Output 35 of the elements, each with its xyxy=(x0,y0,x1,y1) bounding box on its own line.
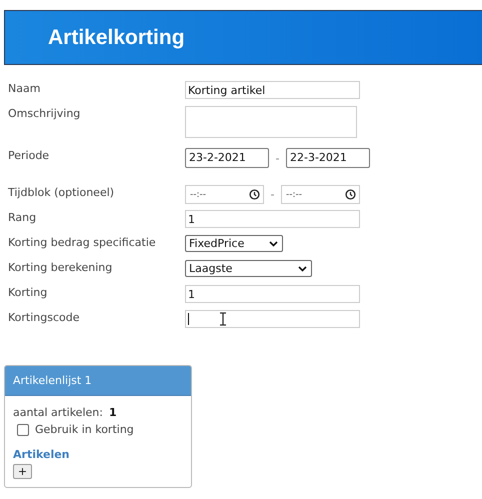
field-label: Tijdblok (optioneel) xyxy=(8,185,116,199)
input-field[interactable] xyxy=(185,310,360,328)
section-heading: Artikelen xyxy=(13,448,71,461)
range-separator: - xyxy=(274,152,280,164)
field-label: Naam xyxy=(8,81,42,95)
input-field[interactable]: 1 xyxy=(185,285,360,303)
chevron-down-icon xyxy=(269,240,278,246)
dropdown[interactable]: FixedPrice xyxy=(185,235,283,252)
checkbox[interactable] xyxy=(17,424,29,436)
chevron-down-icon xyxy=(298,266,307,272)
clock-icon[interactable] xyxy=(249,189,260,200)
count-label: aantal artikelen: xyxy=(13,406,103,419)
add-button[interactable]: + xyxy=(13,464,32,479)
checkbox-label: Gebruik in korting xyxy=(35,423,134,436)
start-time-field[interactable]: --:-- xyxy=(185,185,264,204)
input-field[interactable]: Korting artikel xyxy=(185,81,360,99)
field-label: Kortingscode xyxy=(8,310,80,324)
text-cursor-icon xyxy=(219,312,227,326)
end-date-field[interactable]: 22-3-2021 xyxy=(286,148,370,168)
range-separator: - xyxy=(270,188,276,201)
panel-title: Artikelenlijst 1 xyxy=(13,374,92,387)
description-field[interactable] xyxy=(185,106,357,138)
dropdown[interactable]: Laagste xyxy=(185,260,312,277)
input-field[interactable]: 1 xyxy=(185,210,360,228)
count-value: 1 xyxy=(108,406,117,419)
field-label: Korting bedrag specificatie xyxy=(8,235,157,249)
field-label: Omschrijving xyxy=(8,106,82,120)
field-label: Korting berekening xyxy=(8,260,114,274)
page-title: Artikelkorting xyxy=(48,26,185,50)
end-time-field[interactable]: --:-- xyxy=(281,185,360,204)
start-date-field[interactable]: 23-2-2021 xyxy=(185,148,269,168)
field-label: Periode xyxy=(8,148,50,162)
clock-icon[interactable] xyxy=(345,189,356,200)
field-label: Korting xyxy=(8,285,48,299)
field-label: Rang xyxy=(8,210,38,224)
